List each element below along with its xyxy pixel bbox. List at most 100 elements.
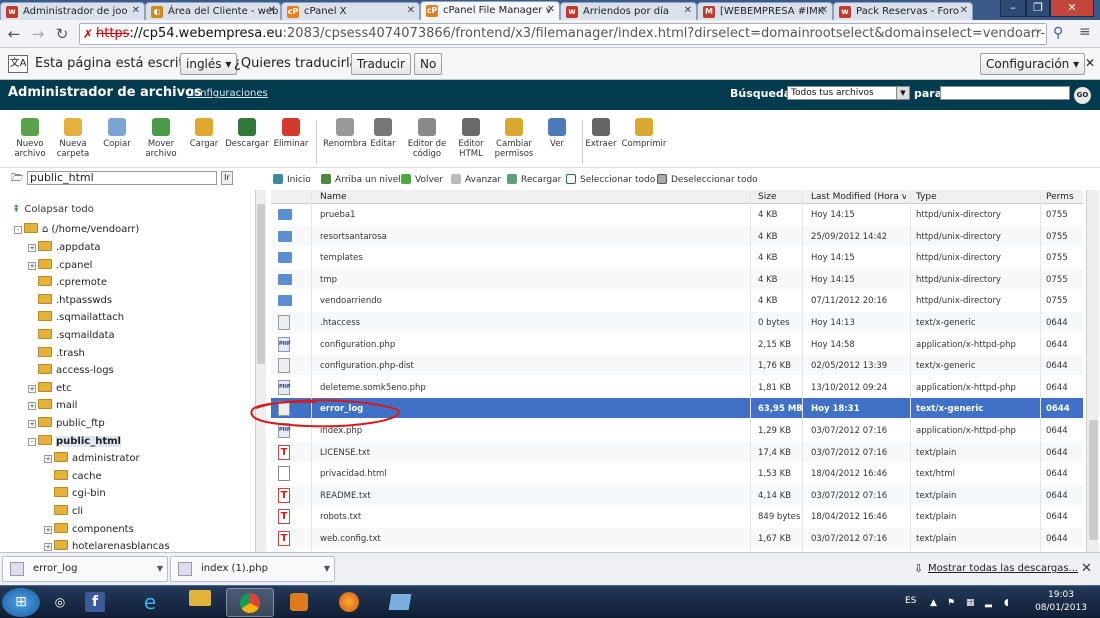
app-icon[interactable] [376,588,424,617]
file-row[interactable]: privacidad.html 1,53 KB 18/04/2012 16:46 te… [271,463,1083,485]
file-name[interactable]: privacidad.html [320,469,387,479]
code-editor-button[interactable]: Editor de código [402,118,452,159]
file-name[interactable]: configuration.php-dist [320,361,414,371]
search-input[interactable] [940,86,1070,100]
reload-action[interactable]: Recargar [507,174,561,185]
file-row[interactable]: T README.txt 4,14 KB 03/07/2012 07:16 text/p… [271,484,1083,506]
scrollbar-thumb[interactable] [257,204,265,364]
tree-folder-item[interactable]: + .cpanel [28,258,92,274]
tree-folder-item[interactable]: + etc [28,381,72,397]
firefox-icon[interactable] [325,588,373,617]
close-tab-icon[interactable]: ✕ [132,5,140,16]
close-tab-icon[interactable]: ✕ [960,5,968,16]
file-name[interactable]: tmp [320,275,337,285]
file-list-scrollbar[interactable] [1086,190,1099,552]
go-path-button[interactable]: Ir [221,171,233,185]
file-name[interactable]: deleteme.somk5eno.php [320,383,426,393]
download-item-index-php[interactable]: index (1).php ▼ [170,556,335,582]
file-row[interactable]: PHP configuration.php 2,15 KB Hoy 14:58 appl… [271,334,1083,355]
expand-toggle[interactable]: + [44,455,52,464]
tree-folder-item[interactable]: + administrator [44,451,140,467]
tree-folder-item[interactable]: + mail [28,398,77,414]
explorer-folder-icon[interactable] [177,588,223,617]
tree-folder-item[interactable]: + public_ftp [28,416,105,432]
expand-toggle[interactable]: - [28,437,36,446]
file-row[interactable]: .htaccess 0 bytes Hoy 14:13 text/x-generic 0… [271,312,1083,333]
tree-folder-item[interactable]: cgi-bin [44,486,106,502]
close-tab-icon[interactable]: ✕ [407,5,415,16]
close-tab-icon[interactable]: ✕ [268,5,276,16]
file-name[interactable]: .htaccess [320,318,360,328]
settings-link[interactable]: Configuraciones [187,88,268,99]
tree-root[interactable]: - ⌂ (/home/vendoarr) [14,222,139,238]
expand-toggle[interactable]: + [28,261,36,270]
show-all-downloads-link[interactable]: Mostrar todas las descargas... [928,563,1078,574]
expand-toggle[interactable]: + [28,420,36,428]
browser-tab[interactable]: w Pack Reservas - Foro ✕ [833,2,973,20]
start-button[interactable]: ⊞ [2,588,40,617]
search-icon[interactable]: ⚲ [1053,25,1063,41]
go-button[interactable]: GO [1074,87,1091,104]
menu-icon[interactable]: ≡ [1079,24,1091,40]
tree-folder-item[interactable]: cache [44,469,102,485]
back-action[interactable]: Volver [401,174,443,185]
browser-tab[interactable]: cP cPanel X ✕ [281,2,420,20]
view-button[interactable]: Ver [532,118,582,149]
minimize-button[interactable]: – [1000,0,1026,17]
file-row[interactable]: T LICENSE.txt 17,4 KB 03/07/2012 07:16 text/… [271,441,1083,463]
translate-settings-button[interactable]: Configuración ▾ [980,53,1086,75]
expand-toggle[interactable]: + [28,384,36,393]
tree-folder-item[interactable]: .cpremote [28,275,107,291]
expand-toggle[interactable]: + [28,244,36,252]
browser-tab[interactable]: w Arriendos por día ✕ [560,2,697,20]
signal-icon[interactable]: ▂ [985,598,995,608]
expand-toggle[interactable]: + [44,525,52,534]
file-row[interactable]: PHP deleteme.somk5eno.php 1,81 KB 13/10/201… [271,377,1083,398]
deselect-all-action[interactable]: Deseleccionar todo [657,174,758,185]
scrollbar-thumb[interactable] [1089,420,1098,540]
media-player-icon[interactable] [276,588,322,617]
chevron-down-icon[interactable]: ▼ [157,557,163,581]
tree-folder-item[interactable]: .sqmaildata [28,328,115,344]
language-select[interactable]: inglés ▾ [180,53,238,75]
column-perms[interactable]: Perms [1046,192,1074,202]
file-name[interactable]: README.txt [320,491,371,501]
up-level-action[interactable]: Arriba un nivel [321,174,401,185]
bookmark-star-icon[interactable]: ☆ [1029,26,1042,42]
tree-folder-item[interactable]: + hotelarenasblancas [44,539,170,552]
file-row[interactable]: prueba1 4 KB Hoy 14:15 httpd/unix-directory… [271,204,1083,225]
download-item-error-log[interactable]: error_log ▼ [2,556,168,582]
file-name[interactable]: robots.txt [320,512,361,522]
tray-expand-icon[interactable]: ▲ [930,598,940,608]
select-all-action[interactable]: Seleccionar todo [566,174,655,185]
no-translate-button[interactable]: No [414,53,443,75]
file-row[interactable]: Trobots.txt 849 bytes 18/04/2012 16:46 text… [271,506,1083,528]
collapse-toggle[interactable]: - [14,226,22,234]
close-translate-icon[interactable]: ✕ [1085,56,1095,70]
file-row[interactable]: configuration.php-dist 1,76 KB 02/05/2012 … [271,355,1083,377]
close-window-button[interactable]: ✕ [1050,0,1094,17]
tree-scrollbar[interactable] [255,190,266,552]
tree-folder-item[interactable]: .trash [28,346,85,362]
chrome-icon[interactable] [226,588,274,617]
edit-button[interactable]: Editar [358,118,408,149]
file-name[interactable]: resortsantarosa [320,232,387,242]
url-input[interactable]: ✗ https://cp54.webempresa.eu:2083/cpsess… [79,23,1047,45]
path-input[interactable]: public_html [27,171,217,185]
close-tab-icon[interactable]: ✕ [684,5,692,16]
file-name[interactable]: templates [320,253,363,263]
network-icon[interactable]: ▦ [966,598,976,608]
column-modified[interactable]: Last Modified (Hora vera [811,192,906,202]
forward-icon[interactable]: → [28,24,48,44]
collapse-all-link[interactable]: ⇞ Colapsar todo [12,202,94,218]
input-language[interactable]: ES [905,596,916,606]
back-icon[interactable]: ← [4,24,24,44]
home-action[interactable]: Inicio [273,174,311,185]
action-center-icon[interactable]: ⚑ [947,598,957,608]
file-name[interactable]: web.config.txt [320,534,381,544]
tree-folder-item[interactable]: + components [44,522,134,538]
tree-folder-item[interactable]: cli [44,504,83,520]
browser-tab[interactable]: cP cPanel File Manager v ✕ [420,1,560,20]
file-name[interactable]: prueba1 [320,210,356,220]
search-scope-select[interactable]: Todos tus archivos ▼ [787,86,910,100]
